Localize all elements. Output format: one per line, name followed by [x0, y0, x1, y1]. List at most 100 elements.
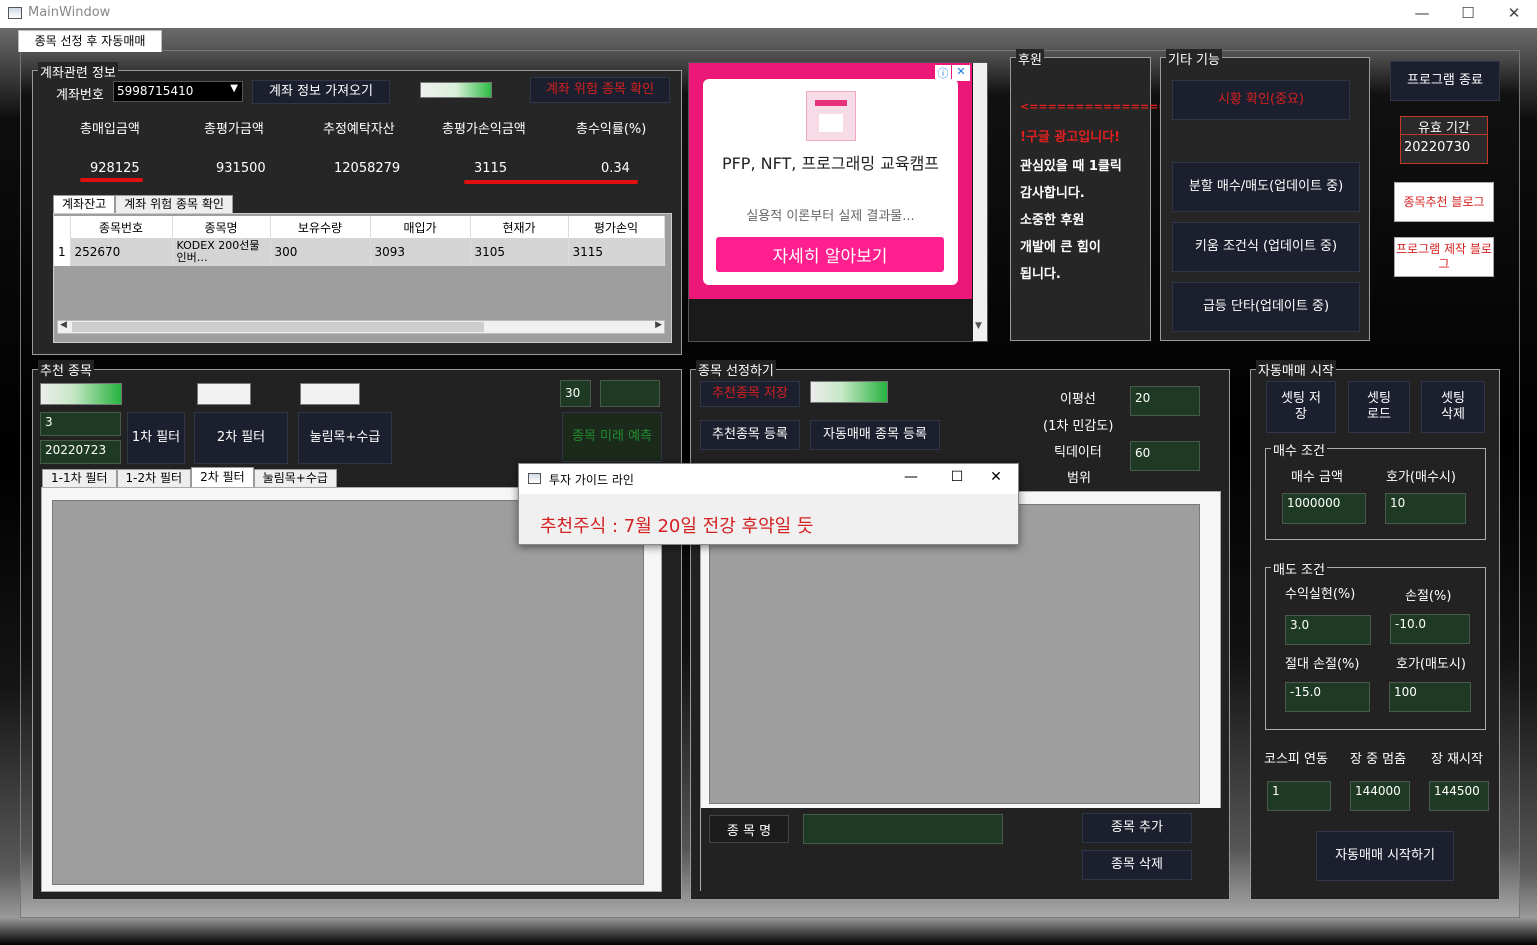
column-header[interactable]: 평가손익	[568, 216, 665, 238]
tick-input[interactable]: 60	[1130, 441, 1200, 471]
ad-card[interactable]: PFP, NFT, 프로그래밍 교육캠프 실용적 이론부터 실제 결과물... …	[703, 79, 958, 285]
table-row[interactable]: 1 252670 KODEX 200선물인버… 300 3093 3105 31…	[54, 238, 665, 266]
scroll-right-icon[interactable]: ▶	[655, 320, 662, 330]
minimize-button[interactable]: —	[1399, 0, 1445, 28]
dialog-title: 투자 가이드 라인	[549, 473, 634, 487]
halt-input[interactable]: 144000	[1350, 781, 1410, 811]
ad-scrollbar[interactable]: ▼	[973, 63, 987, 341]
value-total-pl: 3115	[474, 161, 508, 176]
dialog-close-button[interactable]: ✕	[981, 469, 1011, 485]
save-settings-button[interactable]: 셋팅 저장	[1266, 381, 1336, 433]
cell-qty[interactable]: 300	[270, 238, 371, 266]
account-risk-button[interactable]: 계좌 위험 종목 확인	[530, 77, 670, 103]
save-recommend-button[interactable]: 추천종목 저장	[700, 381, 800, 407]
column-header[interactable]: 보유수량	[270, 216, 371, 238]
load-settings-button[interactable]: 셋팅 로드	[1348, 381, 1410, 433]
buy-hoga-input[interactable]: 10	[1385, 493, 1466, 524]
register-auto-button[interactable]: 자동매매 종목 등록	[810, 420, 940, 450]
tab-pullback[interactable]: 눌림목+수급	[253, 469, 337, 488]
cell-buy-price[interactable]: 3093	[370, 238, 471, 266]
tab-account-balance[interactable]: 계좌잔고	[53, 195, 116, 214]
split-trade-button[interactable]: 분할 매수/매도(업데이트 중)	[1172, 162, 1360, 212]
delete-settings-button[interactable]: 셋팅 삭제	[1421, 381, 1485, 433]
filter2-progress	[300, 383, 360, 405]
column-header[interactable]: 종목명	[172, 216, 271, 238]
etc-legend: 기타 기능	[1166, 49, 1222, 68]
selected-stock-list[interactable]	[709, 504, 1200, 804]
profit-label: 수익실현(%)	[1285, 587, 1356, 602]
predict-input[interactable]	[600, 380, 660, 407]
underline-annotation	[464, 180, 638, 184]
horizontal-scrollbar[interactable]: ◀ ▶	[57, 320, 665, 334]
kiwoom-condition-button[interactable]: 키움 조건식 (업데이트 중)	[1172, 222, 1360, 272]
account-number-select[interactable]: 5998715410 ▼	[113, 81, 243, 102]
sponsor-line: 개발에 큰 힘이	[1020, 240, 1101, 255]
add-stock-button[interactable]: 종목 추가	[1082, 813, 1192, 843]
close-icon[interactable]: ✕	[952, 65, 970, 81]
count-input[interactable]: 30	[560, 380, 591, 407]
cell-eval-pl[interactable]: 3115	[568, 238, 665, 266]
cell-current-price[interactable]: 3105	[470, 238, 569, 266]
account-number-value: 5998715410	[117, 84, 194, 98]
sponsor-legend: 후원	[1016, 49, 1044, 68]
sponsor-lines: 관심있을 때 1클릭 감사합니다. 소중한 후원 개발에 큰 힘이 됩니다.	[1020, 153, 1122, 288]
filter2-button[interactable]: 2차 필터	[194, 412, 288, 464]
stock-name-input[interactable]	[803, 814, 1003, 844]
dialog-maximize-button[interactable]: ☐	[942, 469, 972, 485]
recommend-blog-button[interactable]: 종목추천 블로그	[1394, 182, 1494, 222]
recommend-list[interactable]	[52, 500, 644, 885]
ad-banner[interactable]: ✕ ⓘ PFP, NFT, 프로그래밍 교육캠프 실용적 이론부터 실제 결과물…	[689, 63, 972, 299]
tab-filter-1-1[interactable]: 1-1차 필터	[42, 469, 117, 488]
ad-headline[interactable]: PFP, NFT, 프로그래밍 교육캠프	[713, 154, 948, 174]
dev-blog-button[interactable]: 프로그램 제작 블로그	[1394, 237, 1494, 277]
scrollbar-thumb[interactable]	[72, 322, 484, 332]
start-auto-trade-button[interactable]: 자동매매 시작하기	[1316, 831, 1454, 881]
fetch-account-button[interactable]: 계좌 정보 가져오기	[252, 80, 390, 104]
future-predict-button[interactable]: 종목 미래 예측	[562, 412, 662, 462]
ad-cta-button[interactable]: 자세히 알아보기	[716, 237, 944, 272]
ma-input[interactable]: 20	[1130, 386, 1200, 416]
sell-hoga-input[interactable]: 100	[1389, 682, 1471, 712]
exit-program-button[interactable]: 프로그램 종료	[1390, 61, 1500, 101]
cell-code[interactable]: 252670	[70, 238, 173, 266]
resume-label: 장 재시작	[1431, 752, 1483, 767]
sponsor-line: 관심있을 때 1클릭	[1020, 159, 1122, 174]
filter-date-input[interactable]: 20220723	[40, 440, 121, 464]
tab-filter-1-2[interactable]: 1-2차 필터	[116, 469, 192, 488]
ma-label: 이평선	[1060, 392, 1096, 407]
profit-input[interactable]: 3.0	[1285, 615, 1371, 645]
sponsor-line: 소중한 후원	[1020, 213, 1085, 228]
account-legend: 계좌관련 정보	[38, 62, 118, 81]
cell-name[interactable]: KODEX 200선물인버…	[172, 238, 271, 266]
scroll-left-icon[interactable]: ◀	[60, 320, 67, 330]
recommend-legend: 추천 종목	[38, 360, 94, 379]
dialog-titlebar[interactable]: 투자 가이드 라인 — ☐ ✕	[519, 464, 1018, 494]
abs-loss-input[interactable]: -15.0	[1285, 682, 1370, 712]
tab-main[interactable]: 종목 선정 후 자동매매	[18, 30, 162, 52]
holdings-table-panel: 종목번호 종목명 보유수량 매입가 현재가 평가손익 1 252670 KODE…	[53, 213, 672, 343]
column-header[interactable]: 종목번호	[70, 216, 173, 238]
tab-account-risk[interactable]: 계좌 위험 종목 확인	[115, 195, 233, 214]
maximize-button[interactable]: ☐	[1445, 0, 1491, 28]
kospi-input[interactable]: 1	[1267, 781, 1331, 811]
sponsor-arrow: <===============	[1020, 100, 1168, 113]
buy-amount-input[interactable]: 1000000	[1282, 493, 1366, 524]
delete-stock-button[interactable]: 종목 삭제	[1082, 850, 1192, 880]
surge-daytrade-button[interactable]: 급등 단타(업데이트 중)	[1172, 282, 1360, 332]
resume-input[interactable]: 144500	[1429, 781, 1489, 811]
range-label: 범위	[1067, 471, 1091, 486]
dialog-minimize-button[interactable]: —	[896, 469, 926, 485]
close-button[interactable]: ✕	[1491, 0, 1537, 28]
column-header[interactable]: 매입가	[370, 216, 471, 238]
loss-input[interactable]: -10.0	[1390, 614, 1470, 644]
register-recommend-button[interactable]: 추천종목 등록	[700, 420, 800, 450]
filter-days-input[interactable]: 3	[40, 412, 121, 436]
tab-filter-2[interactable]: 2차 필터	[191, 467, 254, 488]
filter1-button[interactable]: 1차 필터	[127, 412, 185, 464]
scroll-down-icon[interactable]: ▼	[975, 321, 982, 331]
column-header[interactable]: 현재가	[470, 216, 569, 238]
market-check-button[interactable]: 시황 확인(중요)	[1172, 80, 1350, 120]
window-title: MainWindow	[28, 5, 111, 20]
window-titlebar[interactable]: MainWindow — ☐ ✕	[0, 0, 1537, 28]
pullback-button[interactable]: 눌림목+수급	[298, 412, 392, 464]
